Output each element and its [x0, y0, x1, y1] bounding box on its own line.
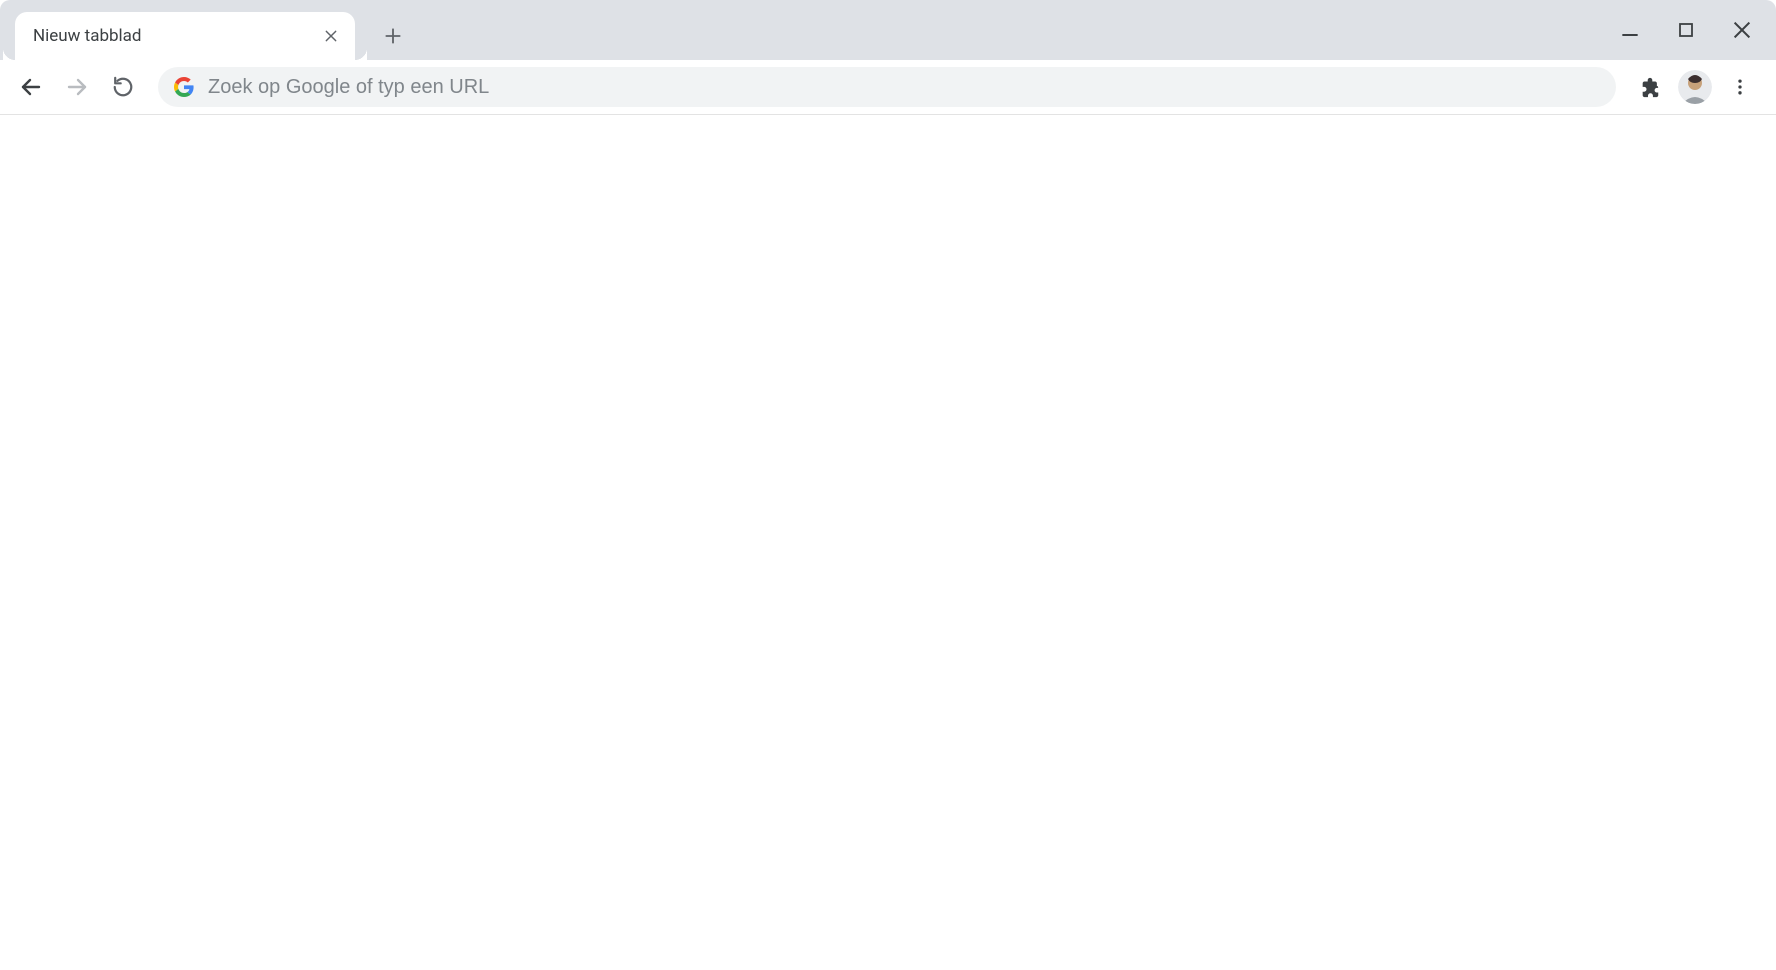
back-arrow-icon: [19, 75, 43, 99]
browser-tab[interactable]: Nieuw tabblad: [15, 12, 355, 60]
toolbar-right-cluster: [1630, 67, 1766, 107]
close-tab-button[interactable]: [319, 24, 343, 48]
close-window-button[interactable]: [1714, 6, 1770, 54]
reload-button[interactable]: [102, 66, 144, 108]
profile-avatar: [1678, 70, 1712, 104]
google-g-icon: [174, 77, 194, 97]
address-bar[interactable]: [158, 67, 1616, 107]
maximize-icon: [1677, 21, 1695, 39]
back-button[interactable]: [10, 66, 52, 108]
forward-button[interactable]: [56, 66, 98, 108]
close-icon: [323, 28, 339, 44]
tab-strip: Nieuw tabblad: [0, 0, 1776, 60]
minimize-icon: [1620, 20, 1640, 40]
page-content: [0, 116, 1776, 970]
chrome-menu-button[interactable]: [1720, 67, 1760, 107]
maximize-window-button[interactable]: [1658, 6, 1714, 54]
window-controls: [1602, 0, 1770, 60]
address-input[interactable]: [208, 76, 1600, 99]
kebab-menu-icon: [1730, 77, 1750, 97]
close-window-icon: [1732, 20, 1752, 40]
browser-toolbar: [0, 60, 1776, 115]
profile-avatar-button[interactable]: [1678, 70, 1712, 104]
tab-title: Nieuw tabblad: [33, 26, 319, 46]
new-tab-button[interactable]: [373, 16, 413, 56]
minimize-window-button[interactable]: [1602, 6, 1658, 54]
reload-icon: [112, 76, 134, 98]
extensions-puzzle-icon: [1639, 76, 1661, 98]
extensions-button[interactable]: [1630, 67, 1670, 107]
forward-arrow-icon: [65, 75, 89, 99]
plus-icon: [383, 26, 403, 46]
